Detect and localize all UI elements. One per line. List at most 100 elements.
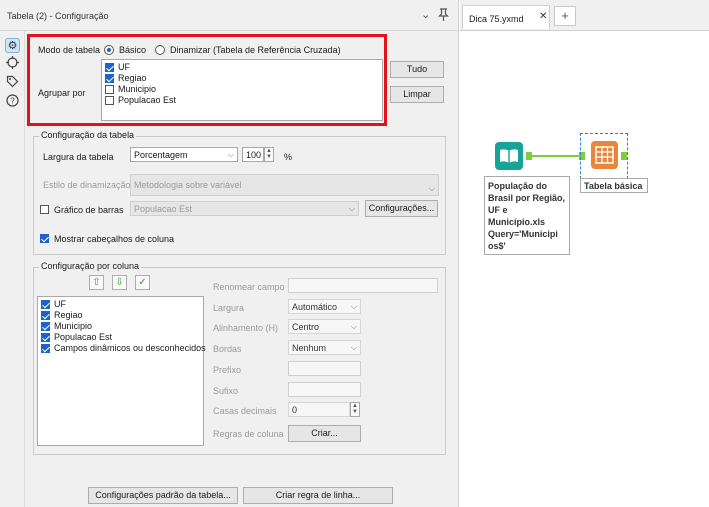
create-rule-button[interactable]: Criar... <box>288 425 361 442</box>
annotation-line: População do <box>488 181 548 191</box>
table-config-title: Configuração da tabela <box>39 130 137 140</box>
list-item[interactable]: Regiao <box>118 73 147 83</box>
table-tool-annotation: Tabela básica <box>580 178 648 193</box>
group-by-list[interactable]: UF Regiao Municipio Populacao Est <box>101 59 383 121</box>
list-item[interactable]: Municipio <box>54 321 92 331</box>
suffix-label: Sufixo <box>213 386 239 396</box>
rename-field-input[interactable] <box>288 278 438 293</box>
table-tool-label: Tabela básica <box>584 181 643 191</box>
rename-field-label: Renomear campo <box>213 282 285 292</box>
mode-pivot-label[interactable]: Dinamizar (Tabela de Referência Cruzada) <box>170 45 341 55</box>
input-data-tool[interactable] <box>495 142 523 170</box>
decimals-label: Casas decimais <box>213 406 277 416</box>
annotation-line: os$' <box>488 241 506 251</box>
show-headers-checkbox[interactable] <box>40 234 49 243</box>
bar-chart-checkbox[interactable] <box>40 205 49 214</box>
list-item[interactable]: Campos dinâmicos ou desconhecidos <box>54 343 206 353</box>
list-item[interactable]: Populacao Est <box>54 332 112 342</box>
table-tool[interactable] <box>591 141 618 169</box>
group-by-checkbox-populacao[interactable] <box>105 96 114 105</box>
annotation-line: Query='Municipi <box>488 229 558 239</box>
close-icon[interactable]: ✕ <box>539 11 547 22</box>
decimals-stepper[interactable]: ▲ ▼ <box>350 402 360 417</box>
add-tab-button[interactable]: + <box>554 6 576 26</box>
annotation-line: UF e <box>488 205 508 215</box>
chevron-down-icon: ⌵ <box>350 322 357 331</box>
alignment-label: Alinhamento (H) <box>213 323 279 333</box>
column-config-title: Configuração por coluna <box>39 261 142 271</box>
panel-title: Tabela (2) - Configuração <box>7 11 109 21</box>
clear-button[interactable]: Limpar <box>390 86 444 103</box>
pivot-style-select[interactable]: Metodologia sobre variável ⌵ <box>130 174 439 196</box>
bar-chart-label[interactable]: Gráfico de barras <box>54 205 124 215</box>
list-item[interactable]: UF <box>54 299 66 309</box>
table-width-mode-select[interactable]: Porcentagem ⌵ <box>130 147 238 162</box>
chevron-down-icon: ⌵ <box>227 150 234 159</box>
table-width-mode-value: Porcentagem <box>134 150 188 160</box>
input-tool-annotation: População do Brasil por Região, UF e Mun… <box>484 176 570 255</box>
column-rules-label: Regras de coluna <box>213 429 284 439</box>
tool-icon[interactable] <box>5 56 20 71</box>
move-down-button[interactable]: ⇩ <box>112 275 127 290</box>
output-anchor[interactable] <box>621 152 627 160</box>
mode-basic-label[interactable]: Básico <box>119 45 146 55</box>
group-by-checkbox-regiao[interactable] <box>105 74 114 83</box>
column-width-select[interactable]: Automático ⌵ <box>288 299 361 314</box>
group-by-checkbox-municipio[interactable] <box>105 85 114 94</box>
help-icon[interactable]: ? <box>5 94 20 109</box>
column-checkbox-dynamic[interactable] <box>41 344 50 353</box>
width-stepper[interactable]: ▲ ▼ <box>264 147 274 162</box>
chevron-down-icon: ⌵ <box>428 184 435 193</box>
column-width-value: Automático <box>292 302 338 312</box>
list-item[interactable]: Populacao Est <box>118 95 176 105</box>
list-item[interactable]: UF <box>118 62 130 72</box>
borders-label: Bordas <box>213 344 242 354</box>
connection-line <box>532 155 582 157</box>
decimals-input[interactable]: 0 <box>288 402 350 417</box>
svg-text:?: ? <box>10 97 15 106</box>
create-row-rule-button[interactable]: Criar regra de linha... <box>243 487 393 504</box>
mode-basic-radio[interactable] <box>104 45 114 55</box>
suffix-input[interactable] <box>288 382 361 397</box>
bar-chart-field-select[interactable]: Populacao Est ⌵ <box>130 201 359 216</box>
annotation-line: Brasil por Região, <box>488 193 566 203</box>
alignment-select[interactable]: Centro ⌵ <box>288 319 361 334</box>
pivot-style-label: Estilo de dinamização <box>43 180 131 190</box>
column-checkbox-regiao[interactable] <box>41 311 50 320</box>
table-width-input[interactable]: 100 <box>242 147 264 162</box>
select-all-button[interactable]: Tudo <box>390 61 444 78</box>
alignment-value: Centro <box>292 322 320 332</box>
column-list[interactable]: UF Regiao Municipio Populacao Est Campos… <box>37 296 206 446</box>
settings-button[interactable]: Configurações... <box>365 200 438 217</box>
chevron-down-icon: ⌵ <box>350 343 357 352</box>
column-checkbox-uf[interactable] <box>41 300 50 309</box>
pivot-style-value: Metodologia sobre variável <box>134 180 242 190</box>
list-item[interactable]: Municipio <box>118 84 156 94</box>
group-by-label: Agrupar por <box>38 88 86 98</box>
tag-icon[interactable] <box>5 75 20 90</box>
gear-icon[interactable]: ⚙ <box>5 38 20 53</box>
chevron-down-icon[interactable]: ⌄ <box>421 8 430 22</box>
book-icon <box>500 149 518 163</box>
chevron-down-icon: ⌵ <box>350 302 357 311</box>
table-mode-label: Modo de tabela <box>38 45 101 55</box>
pin-icon[interactable] <box>438 8 449 25</box>
mode-pivot-radio[interactable] <box>155 45 165 55</box>
prefix-input[interactable] <box>288 361 361 376</box>
column-checkbox-populacao[interactable] <box>41 333 50 342</box>
table-defaults-button[interactable]: Configurações padrão da tabela... <box>88 487 238 504</box>
annotation-line: Município.xls <box>488 217 546 227</box>
tab-workflow[interactable]: Dica 75.yxmd ✕ <box>462 5 550 29</box>
move-up-button[interactable]: ⇧ <box>89 275 104 290</box>
list-item[interactable]: Regiao <box>54 310 83 320</box>
width-label: Largura <box>213 303 245 313</box>
table-width-label: Largura da tabela <box>43 152 114 162</box>
check-all-button[interactable]: ✓ <box>135 275 150 290</box>
show-headers-label[interactable]: Mostrar cabeçalhos de coluna <box>54 234 174 244</box>
borders-select[interactable]: Nenhum ⌵ <box>288 340 361 355</box>
group-by-checkbox-uf[interactable] <box>105 63 114 72</box>
borders-value: Nenhum <box>292 343 327 353</box>
prefix-label: Prefixo <box>213 365 242 375</box>
column-checkbox-municipio[interactable] <box>41 322 50 331</box>
tab-title: Dica 75.yxmd <box>469 14 524 24</box>
